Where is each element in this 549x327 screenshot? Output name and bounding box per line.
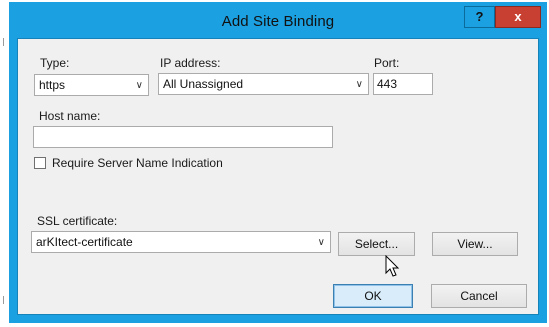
ssl-certificate-value: arKItect-certificate [36, 235, 133, 249]
port-value: 443 [377, 77, 398, 91]
ssl-certificate-select[interactable]: arKItect-certificate ∨ [31, 231, 331, 253]
chevron-down-icon: ∨ [135, 80, 143, 91]
host-name-input[interactable] [33, 126, 333, 148]
background-tick [3, 296, 4, 304]
port-label: Port: [374, 56, 400, 70]
dialog-body: Type: https ∨ IP address: All Unassigned… [17, 38, 539, 315]
port-input[interactable]: 443 [373, 73, 433, 95]
ssl-certificate-label: SSL certificate: [37, 214, 118, 228]
chevron-down-icon: ∨ [355, 79, 363, 90]
ip-address-label: IP address: [160, 56, 221, 70]
type-value: https [39, 78, 66, 92]
select-certificate-button[interactable]: Select... [338, 232, 415, 256]
chevron-down-icon: ∨ [317, 237, 325, 248]
help-button[interactable]: ? [464, 6, 495, 28]
background-strip [0, 0, 8, 327]
type-label: Type: [40, 56, 70, 70]
host-name-label: Host name: [39, 109, 101, 123]
add-site-binding-dialog: Add Site Binding ? x Type: https ∨ IP ad… [9, 2, 547, 323]
sni-label: Require Server Name Indication [52, 156, 223, 170]
sni-checkbox[interactable] [34, 157, 46, 169]
close-button[interactable]: x [495, 6, 541, 28]
ip-address-select[interactable]: All Unassigned ∨ [158, 73, 369, 95]
ip-address-value: All Unassigned [163, 77, 244, 91]
background-tick [3, 38, 4, 46]
ok-button[interactable]: OK [333, 284, 413, 308]
type-select[interactable]: https ∨ [34, 74, 149, 96]
mouse-pointer-icon [385, 255, 400, 277]
view-certificate-button[interactable]: View... [432, 232, 518, 256]
cancel-button[interactable]: Cancel [431, 284, 527, 308]
